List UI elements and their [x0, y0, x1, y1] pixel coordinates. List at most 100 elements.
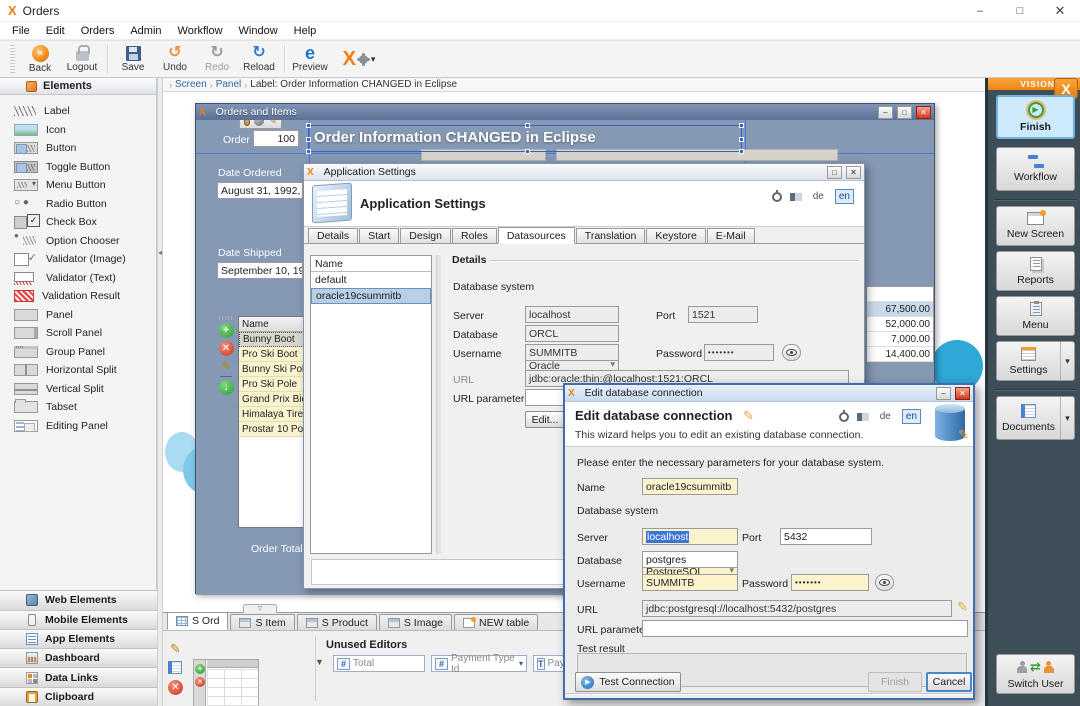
- save-button[interactable]: Save: [112, 41, 154, 77]
- color-tool-icon[interactable]: [254, 120, 264, 126]
- tab-keystore[interactable]: Keystore: [646, 228, 705, 243]
- visionx-menu-button[interactable]: X ▾: [331, 41, 387, 77]
- table-row[interactable]: Pro Ski Boot: [239, 347, 310, 362]
- menu-workflow[interactable]: Workflow: [170, 25, 231, 37]
- add-row-icon[interactable]: +: [219, 323, 234, 338]
- switch-user-button[interactable]: ⇄ Switch User: [996, 654, 1075, 694]
- palette-item-validation-result[interactable]: Validation Result: [0, 287, 156, 306]
- redo-button[interactable]: ↻ Redo: [196, 41, 238, 77]
- orders-window-titlebar[interactable]: X Orders and Items – □ ✕: [196, 104, 934, 120]
- table-widget-thumbnail[interactable]: + ✕: [193, 659, 259, 706]
- palette-item-option-chooser[interactable]: Option Chooser: [0, 232, 156, 251]
- export-icon[interactable]: ↓: [219, 380, 234, 395]
- tab-s-image[interactable]: S Image: [379, 614, 452, 630]
- username-field[interactable]: SUMMITB: [642, 574, 738, 591]
- tab-design[interactable]: Design: [400, 228, 451, 243]
- maximize-button[interactable]: □: [827, 166, 842, 179]
- accordion-mobile-elements[interactable]: Mobile Elements: [0, 610, 157, 629]
- palette-item-toggle-button[interactable]: Toggle Button: [0, 158, 156, 177]
- edit-row-icon[interactable]: ✎: [221, 359, 231, 373]
- tab-datasources[interactable]: Datasources: [498, 227, 575, 244]
- filter-funnel-icon[interactable]: ▼: [315, 657, 324, 667]
- notebook-icon[interactable]: [168, 661, 182, 674]
- application-settings-titlebar[interactable]: X Application Settings □ ✕: [304, 164, 864, 181]
- maximize-button[interactable]: □: [1000, 0, 1040, 22]
- amount-cell[interactable]: 52,000.00: [867, 317, 933, 332]
- history-icon[interactable]: [839, 412, 849, 422]
- tab-s-ord[interactable]: S Ord: [167, 612, 228, 630]
- amount-cell[interactable]: 14,400.00: [867, 347, 933, 362]
- datasource-row-default[interactable]: default: [311, 272, 431, 288]
- minimize-button[interactable]: –: [878, 106, 893, 119]
- table-row[interactable]: Prostar 10 Pound: [239, 422, 310, 437]
- tab-email[interactable]: E-Mail: [707, 228, 755, 243]
- close-button[interactable]: ✕: [955, 387, 970, 400]
- edit-table-icon[interactable]: ✎: [170, 641, 181, 657]
- accordion-data-links[interactable]: Data Links: [0, 667, 157, 686]
- elements-header[interactable]: Elements: [0, 78, 156, 95]
- username-field[interactable]: SUMMITB: [525, 344, 619, 361]
- menu-orders[interactable]: Orders: [73, 25, 123, 37]
- list-splitter[interactable]: [436, 255, 441, 554]
- finish-button[interactable]: ▶ Finish: [996, 95, 1075, 139]
- language-en[interactable]: en: [902, 409, 921, 424]
- language-en[interactable]: en: [835, 189, 854, 204]
- main-titlebar[interactable]: X Orders – □ ✕: [0, 0, 1080, 22]
- items-table-header[interactable]: Name: [239, 317, 310, 332]
- menu-admin[interactable]: Admin: [122, 25, 169, 37]
- tab-start[interactable]: Start: [359, 228, 399, 243]
- name-field[interactable]: oracle19csummitb: [642, 478, 738, 495]
- back-button[interactable]: « Back: [19, 41, 61, 77]
- menu-help[interactable]: Help: [286, 25, 325, 37]
- menu-window[interactable]: Window: [231, 25, 286, 37]
- collapse-tab[interactable]: ▽: [243, 604, 277, 613]
- order-id-field[interactable]: 100: [253, 130, 299, 147]
- undo-button[interactable]: ↺ Undo: [154, 41, 196, 77]
- date-shipped-field[interactable]: September 10, 1992: [217, 262, 303, 279]
- history-icon[interactable]: [772, 192, 782, 202]
- server-field[interactable]: localhost: [642, 528, 738, 545]
- tab-details[interactable]: Details: [308, 228, 358, 243]
- tab-translation[interactable]: Translation: [576, 228, 646, 243]
- palette-item-editing-panel[interactable]: Editing Panel: [0, 417, 156, 436]
- test-connection-button[interactable]: ▶ Test Connection: [575, 672, 681, 692]
- amount-cell[interactable]: 7,000.00: [867, 332, 933, 347]
- menu-button[interactable]: Menu: [996, 296, 1075, 336]
- logout-button[interactable]: Logout: [61, 41, 103, 77]
- tab-new-table[interactable]: NEW table: [454, 614, 538, 630]
- password-field[interactable]: •••••••: [704, 344, 774, 361]
- edit-url-icon[interactable]: ✎: [957, 599, 968, 615]
- show-password-button[interactable]: [782, 344, 801, 361]
- palette-item-label[interactable]: Label: [0, 102, 156, 121]
- reload-button[interactable]: ↻ Reload: [238, 41, 280, 77]
- finish-button[interactable]: Finish: [868, 672, 922, 692]
- table-row[interactable]: Bunny Boot: [239, 332, 310, 347]
- port-field[interactable]: 5432: [780, 528, 872, 545]
- amount-cell[interactable]: [867, 287, 933, 302]
- maximize-button[interactable]: □: [897, 106, 912, 119]
- palette-item-menu-button[interactable]: Menu Button: [0, 176, 156, 195]
- preview-button[interactable]: e Preview: [289, 41, 331, 77]
- breadcrumb-panel[interactable]: Panel: [216, 79, 242, 90]
- order-information-label[interactable]: Order Information CHANGED in Eclipse: [314, 129, 596, 146]
- server-field[interactable]: localhost: [525, 306, 619, 323]
- menu-edit[interactable]: Edit: [38, 25, 73, 37]
- palette-item-radio-button[interactable]: Radio Button: [0, 195, 156, 214]
- url-field[interactable]: jdbc:postgresql://localhost:5432/postgre…: [642, 600, 952, 617]
- show-password-button[interactable]: [875, 574, 894, 591]
- screenshot-icon[interactable]: [857, 413, 869, 421]
- table-row[interactable]: Pro Ski Pole: [239, 377, 310, 392]
- delete-row-icon[interactable]: ✕: [219, 341, 234, 356]
- tab-s-product[interactable]: S Product: [297, 614, 377, 630]
- toolbar-grip[interactable]: [10, 45, 15, 73]
- palette-item-panel[interactable]: Panel: [0, 306, 156, 325]
- cancel-button[interactable]: Cancel: [926, 672, 972, 692]
- database-field[interactable]: postgres: [642, 551, 738, 568]
- style-tool-icon[interactable]: [244, 120, 250, 126]
- language-de[interactable]: de: [877, 410, 894, 423]
- edit-db-titlebar[interactable]: X Edit database connection – ✕: [565, 385, 973, 402]
- settings-dropdown[interactable]: ▾: [1060, 342, 1074, 380]
- reports-button[interactable]: Reports: [996, 251, 1075, 291]
- accordion-clipboard[interactable]: Clipboard: [0, 687, 157, 706]
- palette-item-horizontal-split[interactable]: Horizontal Split: [0, 361, 156, 380]
